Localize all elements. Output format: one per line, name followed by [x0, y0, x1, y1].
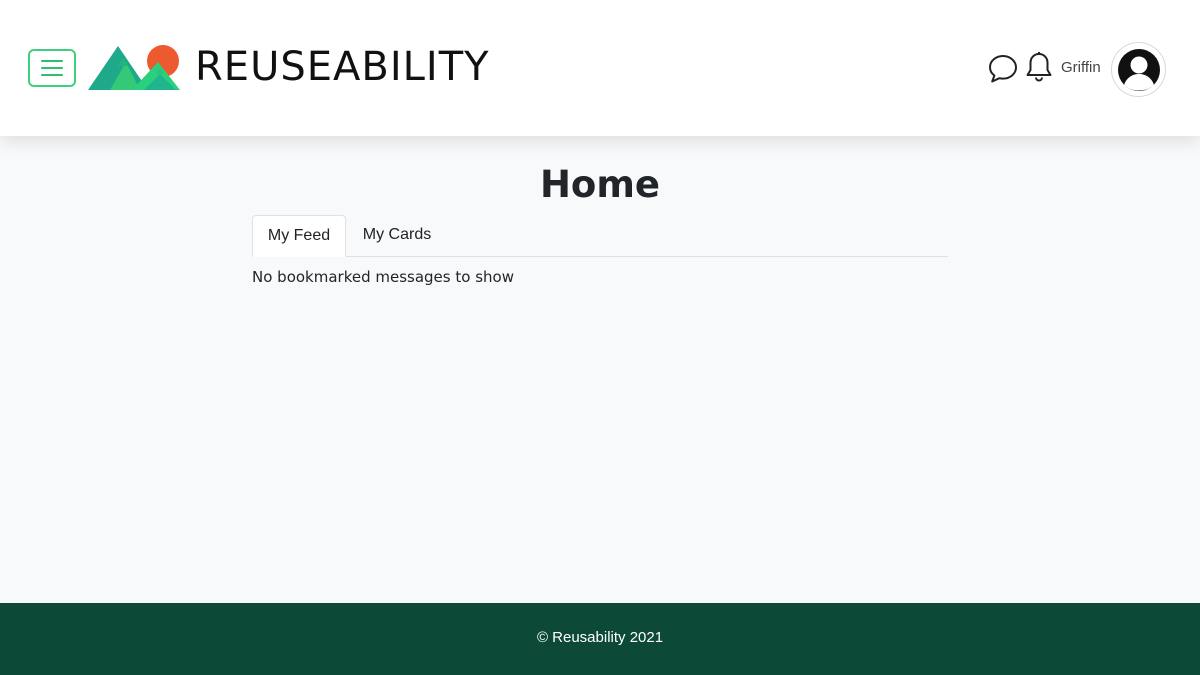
brand-name[interactable]: REUSEABILITY	[195, 42, 490, 92]
bell-icon[interactable]	[1025, 51, 1053, 84]
footer: © Reusability 2021	[0, 603, 1200, 675]
copyright-text: © Reusability 2021	[536, 629, 664, 646]
top-navbar: REUSEABILITY Griffin	[0, 0, 1200, 136]
menu-line	[41, 74, 63, 76]
tab-my-feed[interactable]: My Feed	[252, 215, 346, 257]
tab-my-cards[interactable]: My Cards	[347, 215, 447, 257]
page-title: Home	[539, 163, 661, 206]
menu-line	[41, 67, 63, 69]
empty-state-message: No bookmarked messages to show	[252, 268, 514, 286]
chat-bubble-icon[interactable]	[987, 53, 1019, 85]
username-label[interactable]: Griffin	[1061, 58, 1101, 78]
menu-button[interactable]	[28, 49, 76, 87]
mountains-sun-logo[interactable]	[88, 44, 180, 92]
user-avatar-icon	[1118, 49, 1160, 91]
menu-line	[41, 60, 63, 62]
avatar[interactable]	[1111, 42, 1166, 97]
tab-bar: My Feed My Cards	[252, 215, 948, 257]
